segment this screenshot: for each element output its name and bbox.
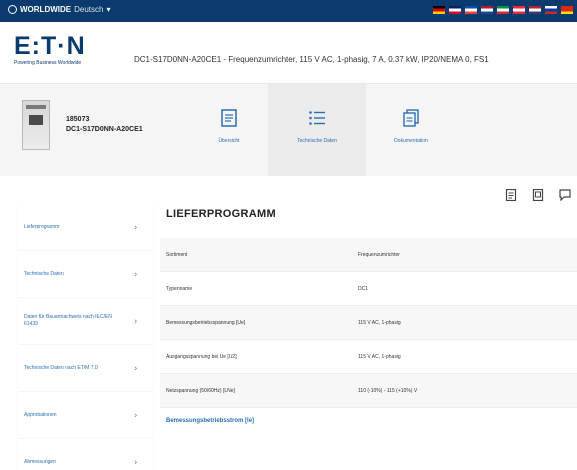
spec-key: Bemessungsbetriebsspannung [Ue] <box>166 319 246 326</box>
flag-uk[interactable] <box>449 6 461 14</box>
flag-it[interactable] <box>497 6 509 14</box>
flag-cn[interactable] <box>561 6 573 14</box>
product-id: 185073 <box>66 116 90 123</box>
spec-key: Sortiment <box>166 251 188 258</box>
subsection-heading[interactable]: Bemessungsbetriebsstrom [Ie] <box>166 418 577 424</box>
section-title: LIEFERPROGRAMM <box>166 208 276 220</box>
top-bar: WORLDWIDE Deutsch ▾ <box>0 0 577 22</box>
sidebar-item[interactable]: Approbationen › <box>18 392 153 438</box>
page-header: E:T·N Powering Business Worldwide DC1-S1… <box>0 22 577 84</box>
product-identifier: 185073 DC1-S17D0NN-A20CE1 <box>66 115 143 135</box>
table-row: Typenname DC1 <box>160 272 577 306</box>
chevron-down-icon: ▾ <box>106 5 111 14</box>
product-name: DC1-S17D0NN-A20CE1 <box>66 126 143 133</box>
logo-tagline: Powering Business Worldwide <box>14 60 82 66</box>
chevron-right-icon: › <box>134 410 137 420</box>
flag-us[interactable] <box>529 6 541 14</box>
tab-technical-data[interactable]: Technische Daten <box>268 84 366 176</box>
pdf-icon[interactable] <box>505 188 517 202</box>
logo-mark: E:T·N <box>14 32 86 60</box>
page-actions <box>505 188 571 202</box>
sidebar-item[interactable]: Technische Daten › <box>18 251 153 297</box>
flag-fr[interactable] <box>465 6 477 14</box>
chevron-right-icon: › <box>134 363 137 373</box>
chevron-right-icon: › <box>134 457 137 467</box>
flag-de[interactable] <box>433 6 445 14</box>
sidebar-item-label: Technische Daten nach ETIM 7.0 <box>24 364 98 371</box>
globe-icon <box>8 5 17 14</box>
tab-technical-data-label: Technische Daten <box>297 138 337 144</box>
spec-value: 115 V AC, 1-phasig <box>358 353 401 360</box>
sidebar-item-label: Daten für Bauartnachweis nach IEC/EN 614… <box>24 314 112 327</box>
spec-key: Typenname <box>166 285 193 292</box>
spec-value: 110 (-10%) - 115 (+10%) V <box>358 387 418 394</box>
tab-documentation[interactable]: Dokumentation <box>362 84 460 176</box>
list-icon <box>309 111 325 125</box>
documents-icon <box>403 109 419 127</box>
language-flags <box>433 6 573 14</box>
table-row: Ausgangsspannung bei Ue [U2] 115 V AC, 1-… <box>160 340 577 374</box>
sidebar-item[interactable]: Daten für Bauartnachweis nach IEC/EN 614… <box>18 298 153 344</box>
chevron-right-icon: › <box>134 269 137 279</box>
table-row: Bemessungsbetriebsspannung [Ue] 115 V AC,… <box>160 306 577 340</box>
sidebar-nav: Lieferprogramm › Technische Daten › Daten fü… <box>18 204 153 470</box>
tab-overview-label: Übersicht <box>218 138 240 144</box>
main-content: LIEFERPROGRAMM Sortiment Frequenzumrichte… <box>160 202 577 424</box>
sidebar-item-label: Abmessungen <box>24 458 56 465</box>
sidebar-item-label: Approbationen <box>24 411 57 418</box>
flag-nl[interactable] <box>481 6 493 14</box>
flag-at[interactable] <box>513 6 525 14</box>
table-row: Sortiment Frequenzumrichter <box>160 238 577 272</box>
eaton-logo[interactable]: E:T·N Powering Business Worldwide <box>14 32 86 67</box>
product-strip: 185073 DC1-S17D0NN-A20CE1 Übersicht Tech… <box>0 84 577 176</box>
product-image <box>22 100 50 150</box>
spec-value: 115 V AC, 1-phasig <box>358 319 401 326</box>
table-row: Netzspannung (50/60Hz) [LNe] 110 (-10%) -… <box>160 374 577 408</box>
region-selector[interactable]: WORLDWIDE Deutsch ▾ <box>8 5 110 14</box>
page-title: DC1-S17D0NN-A20CE1 - Frequenzumrichter, … <box>134 55 489 64</box>
print-icon[interactable] <box>532 188 544 202</box>
spec-table: Sortiment Frequenzumrichter Typenname DC1 Be… <box>160 238 577 408</box>
tab-overview[interactable]: Übersicht <box>180 84 278 176</box>
spec-key: Netzspannung (50/60Hz) [LNe] <box>166 387 235 394</box>
sidebar-item-label: Technische Daten <box>24 270 64 277</box>
sidebar-item-label: Lieferprogramm <box>24 223 60 230</box>
chevron-right-icon: › <box>134 316 137 326</box>
document-icon <box>221 109 237 127</box>
chevron-right-icon: › <box>134 222 137 232</box>
chat-icon[interactable] <box>559 188 571 202</box>
tab-documentation-label: Dokumentation <box>394 138 428 144</box>
region-label: WORLDWIDE <box>20 5 72 14</box>
spec-value: Frequenzumrichter <box>358 251 400 258</box>
spec-key: Ausgangsspannung bei Ue [U2] <box>166 353 237 360</box>
language-label: Deutsch <box>74 5 104 14</box>
spec-value: DC1 <box>358 285 369 292</box>
sidebar-item[interactable]: Lieferprogramm › <box>18 204 153 250</box>
flag-ru[interactable] <box>545 6 557 14</box>
sidebar-item[interactable]: Abmessungen › <box>18 439 153 470</box>
sidebar-item[interactable]: Technische Daten nach ETIM 7.0 › <box>18 345 153 391</box>
